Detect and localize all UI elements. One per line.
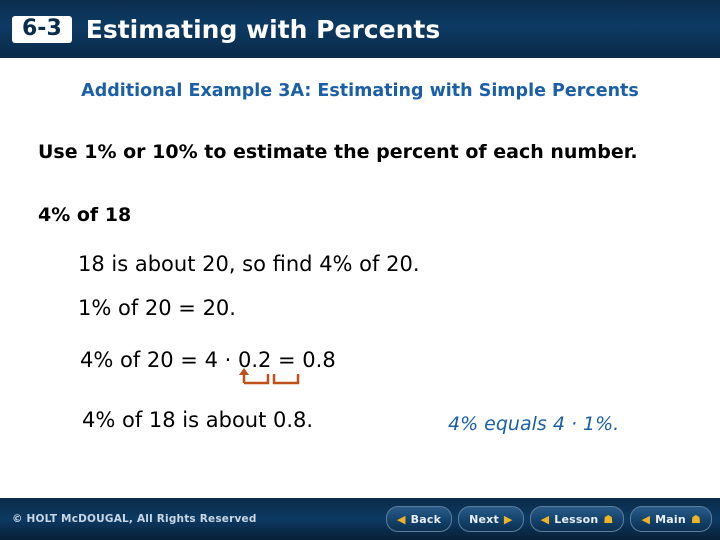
next-button[interactable]: Next ▶ (458, 506, 524, 532)
slide-body: Additional Example 3A: Estimating with S… (0, 58, 720, 498)
navigation-buttons: ◀ Back Next ▶ ◀ Lesson ☗ ◀ Main ☗ (385, 506, 712, 532)
example-title: Additional Example 3A: Estimating with S… (81, 81, 639, 101)
problem-statement: 4% of 18 (38, 204, 132, 226)
slide: 6-3 Estimating with Percents Additional … (0, 0, 720, 540)
instruction-text: Use 1% or 10% to estimate the percent of… (38, 141, 638, 163)
back-button[interactable]: ◀ Back (385, 506, 453, 532)
home-icon: ☗ (690, 512, 701, 526)
lesson-button[interactable]: ◀ Lesson ☗ (529, 506, 625, 532)
home-icon: ☗ (603, 512, 614, 526)
chevron-left-icon: ◀ (396, 512, 406, 526)
solution-step-2: 1% of 20 = 20. (78, 296, 236, 320)
back-button-label: Back (410, 512, 442, 526)
main-button-label: Main (655, 512, 686, 526)
next-button-label: Next (469, 512, 499, 526)
slide-footer: © HOLT McDOUGAL, All Rights Reserved ◀ B… (0, 498, 720, 540)
lesson-button-label: Lesson (554, 512, 599, 526)
main-button[interactable]: ◀ Main ☗ (630, 506, 712, 532)
solution-step-1: 18 is about 20, so find 4% of 20. (78, 252, 420, 276)
solution-step-4: 4% of 18 is about 0.8. (82, 408, 314, 432)
decimal-shift-arrow-icon (234, 366, 306, 392)
copyright-text: © HOLT McDOUGAL, All Rights Reserved (12, 513, 257, 525)
side-note: 4% equals 4 · 1%. (448, 413, 620, 435)
chevron-left-icon: ◀ (540, 512, 550, 526)
lesson-number-badge: 6-3 (12, 15, 72, 43)
page-title: Estimating with Percents (85, 14, 441, 44)
chevron-left-icon: ◀ (641, 512, 651, 526)
chevron-right-icon: ▶ (503, 512, 513, 526)
slide-header: 6-3 Estimating with Percents (0, 0, 720, 58)
